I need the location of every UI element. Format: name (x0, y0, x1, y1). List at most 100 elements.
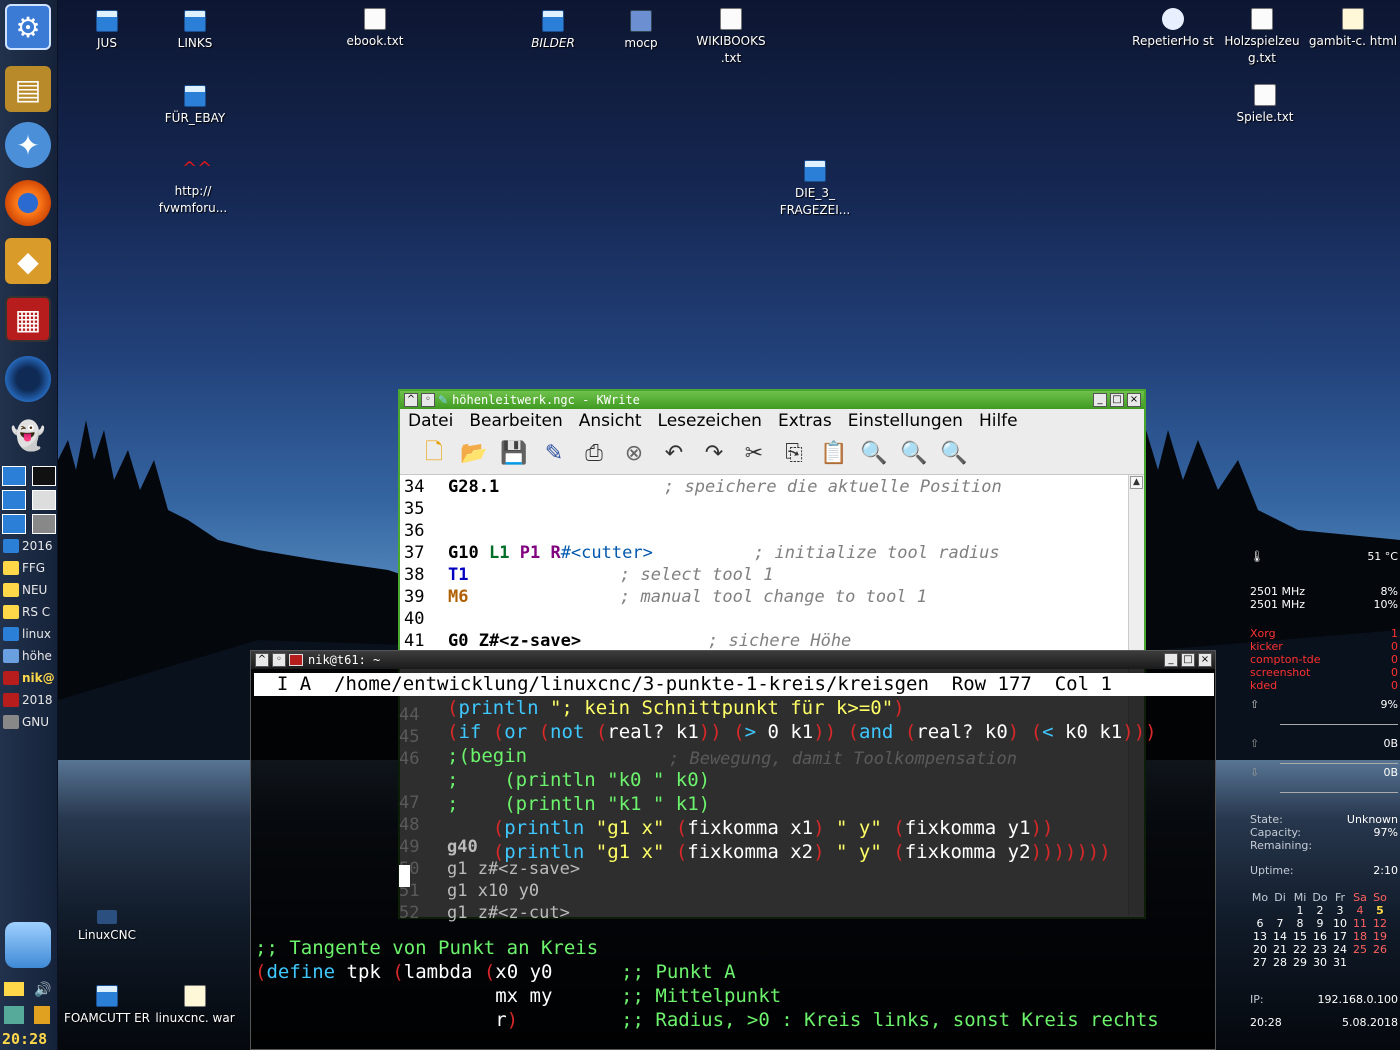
calendar-day: 30 (1313, 956, 1327, 969)
desktop-icon-wikibooks[interactable]: WIKIBOOKS .txt (686, 8, 776, 67)
taskbar-item[interactable]: RS C (3, 602, 58, 622)
process-name: kded (1250, 679, 1278, 692)
maximize-button[interactable]: □ (1181, 653, 1195, 667)
menu-lesezeichen[interactable]: Lesezeichen (658, 411, 762, 431)
calendar-day: 10 (1333, 917, 1347, 930)
desktop-icon-spiele[interactable]: Spiele.txt (1220, 84, 1310, 126)
cut-icon[interactable]: ✂ (738, 438, 770, 470)
ghost-icon[interactable]: 👻 (5, 412, 51, 458)
desktop-pager[interactable] (2, 466, 56, 536)
taskbar-item[interactable]: FFG (3, 558, 58, 578)
code-line: 36 (404, 521, 425, 541)
network-icon[interactable] (4, 1006, 24, 1024)
desktop-icon-gambit[interactable]: gambit-c. html (1308, 8, 1398, 50)
desktop-icon-label: linuxcnc. war (155, 1011, 235, 1025)
text-file-icon (184, 985, 206, 1007)
upload-icon: ⇧ (1250, 737, 1260, 750)
copy-icon[interactable]: ⎘ (778, 438, 810, 470)
desktop-icon-label: ebook.txt (346, 34, 404, 48)
download-speed: 0B (1383, 766, 1398, 779)
menu-einstellungen[interactable]: Einstellungen (848, 411, 963, 431)
volume-icon[interactable]: 🔊 (34, 982, 51, 998)
taskbar-item[interactable]: nik@ (3, 668, 58, 688)
new-document-icon[interactable]: 🗋 (418, 438, 450, 470)
save-as-icon[interactable]: ✎ (538, 438, 570, 470)
calendar-day (1270, 904, 1290, 917)
close-document-icon[interactable]: ⊗ (618, 438, 650, 470)
firefox-icon[interactable] (5, 180, 51, 226)
folder-icon (184, 10, 206, 32)
menu-bearbeiten[interactable]: Bearbeiten (469, 411, 562, 431)
desktop-icon-repetierhost[interactable]: RepetierHo st (1128, 8, 1218, 50)
menu-hilfe[interactable]: Hilfe (979, 411, 1018, 431)
zoom-out-icon[interactable]: 🔍 (938, 438, 970, 470)
desktop-icon-bilder[interactable]: BILDER (508, 10, 598, 52)
zoom-in-icon[interactable]: 🔍 (898, 438, 930, 470)
minimize-button[interactable]: _ (1164, 653, 1178, 667)
panel-clock[interactable]: 20:28 (2, 1030, 47, 1048)
text-file-icon (1251, 8, 1273, 30)
network-globe-icon[interactable]: ✦ (5, 122, 51, 168)
terminal-titlebar[interactable]: ^ ◦ nik@t61: ~ _ □ × (251, 651, 1215, 669)
trash-icon[interactable] (5, 922, 51, 968)
taskbar-label: linux (22, 627, 51, 641)
redo-icon[interactable]: ↷ (698, 438, 730, 470)
thunderbird-icon[interactable] (5, 356, 51, 402)
terminal-line: mx my ;; Mittelpunkt (255, 985, 782, 1007)
calendar-day: 8 (1296, 917, 1304, 930)
calendar-day: 19 (1373, 930, 1387, 943)
open-folder-icon[interactable]: 📂 (458, 438, 490, 470)
kwrite-titlebar[interactable]: ^ ◦ ✎ höhenleitwerk.ngc - KWrite _ □ × (400, 391, 1144, 409)
menu-ansicht[interactable]: Ansicht (579, 411, 642, 431)
save-icon[interactable]: 💾 (498, 438, 530, 470)
paste-icon[interactable]: 📋 (818, 438, 850, 470)
cpu1-frequency: 2501 MHz (1250, 598, 1306, 611)
print-icon[interactable]: ⎙ (578, 438, 610, 470)
taskbar-item[interactable]: 2016 (3, 536, 58, 556)
desktop-icon-linuxcnc-war[interactable]: linuxcnc. war (150, 985, 240, 1027)
window-menu-button[interactable]: ^ (255, 653, 269, 667)
kwrite-menubar: Datei Bearbeiten Ansicht Lesezeichen Ext… (400, 409, 1144, 433)
desktop-icon-die-3-fragezeichen[interactable]: DIE_3_ FRAGEZEI... (770, 160, 860, 219)
ip-address: 192.168.0.100 (1317, 993, 1398, 1006)
desktop-icon-fvwmforum[interactable]: ^^ http:// fvwmforu... (148, 158, 238, 217)
desktop-icon-jus[interactable]: JUS (62, 10, 152, 52)
terminal-line: ;(begin (447, 745, 528, 767)
calendar-day (1370, 956, 1390, 969)
close-button[interactable]: × (1127, 393, 1141, 407)
desktop-icon-mocp[interactable]: mocp (596, 10, 686, 52)
desktop-icon-fuer-ebay[interactable]: FÜR_EBAY (150, 85, 240, 127)
desktop-icon-ebook[interactable]: ebook.txt (330, 8, 420, 50)
desktop-icon-links[interactable]: LINKS (150, 10, 240, 52)
menu-extras[interactable]: Extras (778, 411, 832, 431)
window-menu-button[interactable]: ^ (404, 393, 418, 407)
folder-icon[interactable] (4, 982, 24, 996)
sticky-button[interactable]: ◦ (421, 393, 435, 407)
calendar-day: 29 (1293, 956, 1307, 969)
close-button[interactable]: × (1198, 653, 1212, 667)
taskbar-item[interactable]: linux (3, 624, 58, 644)
lock-icon[interactable] (34, 1006, 50, 1024)
calendar-day: 28 (1273, 956, 1287, 969)
calendar-day: 15 (1293, 930, 1307, 943)
code-line: 34 G28.1; speichere die aktuelle Position (404, 477, 1002, 497)
find-icon[interactable]: 🔍 (858, 438, 890, 470)
taskbar-item[interactable]: höhe (3, 646, 58, 666)
taskbar-item[interactable]: NEU (3, 580, 58, 600)
calculator-icon[interactable]: ▦ (5, 296, 51, 342)
desktop-icon-foamcutter[interactable]: FOAMCUTT ER (62, 985, 152, 1027)
tools-icon[interactable]: ◆ (5, 238, 51, 284)
hardware-icon[interactable]: ▤ (5, 66, 51, 112)
kmenu-icon[interactable]: ⚙ (5, 4, 51, 50)
taskbar-item[interactable]: GNU (3, 712, 58, 732)
scroll-up-arrow-icon[interactable]: ▲ (1130, 476, 1143, 489)
menu-datei[interactable]: Datei (408, 411, 453, 431)
process-name: kicker (1250, 640, 1283, 653)
undo-icon[interactable]: ↶ (658, 438, 690, 470)
minimize-button[interactable]: _ (1093, 393, 1107, 407)
desktop-icon-holzspielzeug[interactable]: Holzspielzeu g.txt (1217, 8, 1307, 67)
taskbar-item[interactable]: 2018 (3, 690, 58, 710)
maximize-button[interactable]: □ (1110, 393, 1124, 407)
desktop-icon-linuxcnc[interactable]: LinuxCNC (62, 910, 152, 944)
sticky-button[interactable]: ◦ (272, 653, 286, 667)
